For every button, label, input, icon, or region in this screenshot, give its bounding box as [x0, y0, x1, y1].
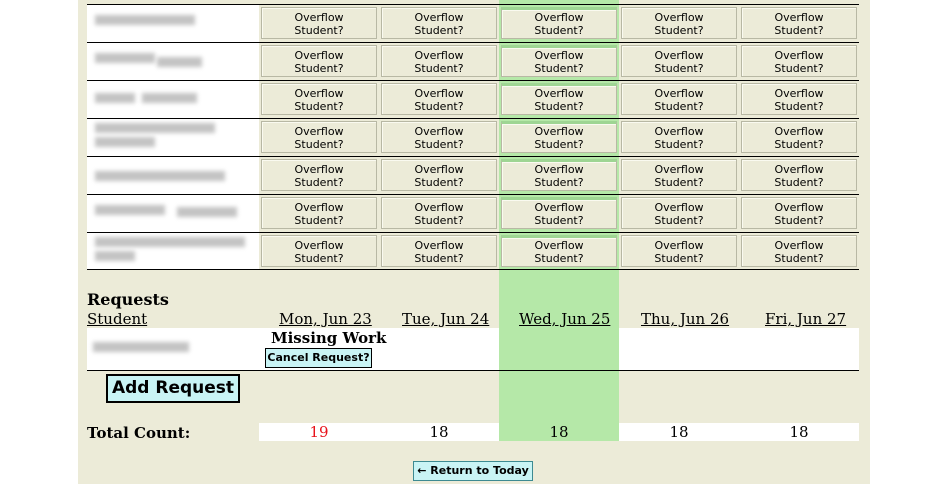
redacted-student-name: [95, 15, 195, 25]
redacted-student-name: [95, 237, 245, 247]
requests-title: Requests: [87, 290, 169, 309]
student-name-cell: [87, 157, 259, 194]
return-to-today-button[interactable]: ← Return to Today: [413, 461, 533, 481]
overflow-student-button[interactable]: Overflow Student?: [381, 45, 497, 77]
overflow-student-button[interactable]: Overflow Student?: [501, 45, 617, 77]
overflow-student-button[interactable]: Overflow Student?: [261, 197, 377, 229]
overflow-student-button[interactable]: Overflow Student?: [741, 235, 857, 267]
requests-divider: [87, 370, 859, 371]
total-count-tue: 18: [429, 423, 449, 441]
add-request-button[interactable]: Add Request: [106, 374, 240, 403]
overflow-student-button[interactable]: Overflow Student?: [621, 235, 737, 267]
student-row: Overflow Student? Overflow Student? Overflow…: [87, 156, 859, 194]
student-row: Overflow Student? Overflow Student? Overflow…: [87, 42, 859, 80]
overflow-student-button[interactable]: Overflow Student?: [741, 45, 857, 77]
total-count-mon: 19: [309, 423, 329, 441]
overflow-student-button[interactable]: Overflow Student?: [621, 83, 737, 115]
overflow-student-button[interactable]: Overflow Student?: [741, 121, 857, 153]
request-row-today: [499, 328, 619, 370]
day-header-mon[interactable]: Mon, Jun 23: [279, 310, 372, 328]
redacted-student-name: [142, 93, 197, 103]
overflow-student-button[interactable]: Overflow Student?: [501, 197, 617, 229]
overflow-student-button[interactable]: Overflow Student?: [381, 83, 497, 115]
overflow-student-button[interactable]: Overflow Student?: [381, 197, 497, 229]
redacted-student-name: [95, 205, 165, 215]
overflow-student-button[interactable]: Overflow Student?: [501, 235, 617, 267]
student-column-header[interactable]: Student: [87, 310, 147, 328]
day-header-wed[interactable]: Wed, Jun 25: [519, 310, 610, 328]
day-header-thu[interactable]: Thu, Jun 26: [641, 310, 729, 328]
day-header-tue[interactable]: Tue, Jun 24: [402, 310, 489, 328]
overflow-student-button[interactable]: Overflow Student?: [381, 235, 497, 267]
total-count-thu: 18: [669, 423, 689, 441]
overflow-student-button[interactable]: Overflow Student?: [261, 7, 377, 39]
overflow-student-button[interactable]: Overflow Student?: [381, 121, 497, 153]
student-name-cell: [87, 43, 259, 80]
redacted-student-name: [93, 342, 189, 352]
overflow-student-button[interactable]: Overflow Student?: [261, 159, 377, 191]
overflow-student-button[interactable]: Overflow Student?: [381, 159, 497, 191]
redacted-student-name: [95, 171, 225, 181]
total-count-wed: 18: [499, 423, 619, 441]
redacted-student-name: [95, 251, 135, 261]
request-type-label: Missing Work: [271, 329, 387, 347]
overflow-student-button[interactable]: Overflow Student?: [741, 159, 857, 191]
redacted-student-name: [95, 53, 155, 63]
overflow-student-button[interactable]: Overflow Student?: [741, 7, 857, 39]
overflow-student-button[interactable]: Overflow Student?: [501, 7, 617, 39]
overflow-student-button[interactable]: Overflow Student?: [501, 121, 617, 153]
overflow-student-button[interactable]: Overflow Student?: [621, 45, 737, 77]
redacted-student-name: [177, 207, 237, 217]
overflow-student-button[interactable]: Overflow Student?: [741, 197, 857, 229]
overflow-student-button[interactable]: Overflow Student?: [621, 159, 737, 191]
day-header-fri[interactable]: Fri, Jun 27: [765, 310, 846, 328]
overflow-student-button[interactable]: Overflow Student?: [381, 7, 497, 39]
overflow-student-button[interactable]: Overflow Student?: [621, 197, 737, 229]
redacted-student-name: [95, 93, 135, 103]
student-row: Overflow Student? Overflow Student? Overflow…: [87, 232, 859, 270]
student-row: Overflow Student? Overflow Student? Overflow…: [87, 80, 859, 118]
student-name-cell: [87, 119, 259, 156]
overflow-student-button[interactable]: Overflow Student?: [501, 159, 617, 191]
overflow-student-button[interactable]: Overflow Student?: [261, 235, 377, 267]
overflow-student-button[interactable]: Overflow Student?: [501, 83, 617, 115]
student-name-cell: [87, 5, 259, 42]
student-name-cell: [87, 195, 259, 232]
student-name-cell: [87, 233, 259, 270]
student-name-cell: [87, 81, 259, 118]
overflow-student-button[interactable]: Overflow Student?: [261, 121, 377, 153]
redacted-student-name: [95, 137, 155, 147]
overflow-student-button[interactable]: Overflow Student?: [261, 45, 377, 77]
redacted-student-name: [157, 57, 202, 67]
request-row: [87, 328, 859, 370]
overflow-student-button[interactable]: Overflow Student?: [741, 83, 857, 115]
overflow-student-button[interactable]: Overflow Student?: [621, 121, 737, 153]
total-count-fri: 18: [789, 423, 809, 441]
grid-divider: [87, 269, 859, 270]
student-row: Overflow Student? Overflow Student? Overflow…: [87, 4, 859, 42]
total-count-label: Total Count:: [87, 424, 191, 442]
cancel-request-button[interactable]: Cancel Request?: [265, 348, 372, 368]
redacted-student-name: [95, 123, 215, 133]
student-row: Overflow Student? Overflow Student? Overflow…: [87, 118, 859, 156]
overflow-student-button[interactable]: Overflow Student?: [261, 83, 377, 115]
overflow-student-button[interactable]: Overflow Student?: [621, 7, 737, 39]
student-row: Overflow Student? Overflow Student? Overflow…: [87, 194, 859, 232]
